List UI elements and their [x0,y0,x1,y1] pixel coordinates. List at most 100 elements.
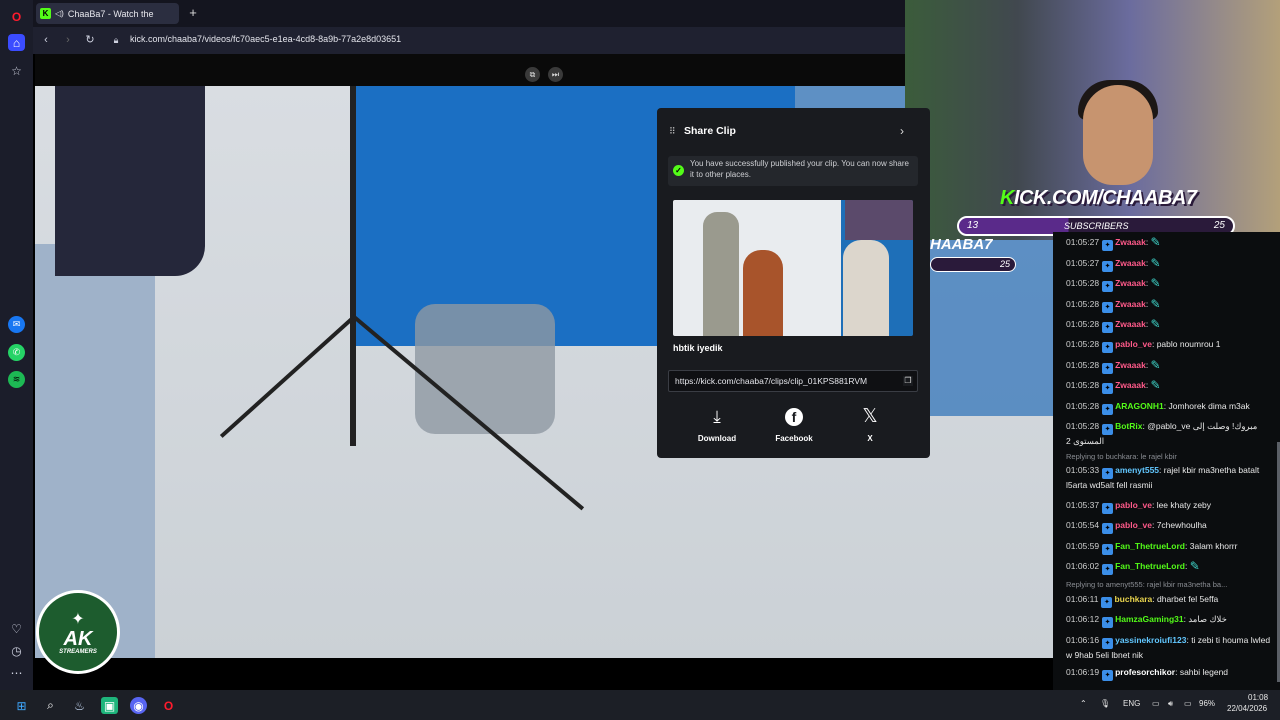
x-button[interactable]: 𝕏 X [840,406,900,443]
steam-icon[interactable]: ♨ [71,697,88,714]
windows-start-icon[interactable]: ⊞ [13,697,30,714]
ghost-brand: HAABA7 [930,236,993,253]
chat-username[interactable]: profesorchikor [1115,667,1175,677]
clock-date[interactable]: 22/04/2026 [1227,704,1267,713]
chat-message: 01:06:19 ✦ profesorchikor: sahbi legend [1066,666,1276,681]
spotify-icon[interactable]: ≋ [8,371,25,388]
store-icon[interactable]: ▣ [101,697,118,714]
sub-label: SUBSCRIBERS [1064,221,1129,231]
battery-icon[interactable]: ▭ [1184,699,1192,708]
chat-message: 01:06:12 ✦ HamzaGaming31: خلاك صامد [1066,613,1276,628]
heart-icon[interactable]: ♡ [8,620,25,637]
chat-message: 01:05:59 ✦ Fan_ThetrueLord: 3alam khorrr [1066,540,1276,555]
language-indicator[interactable]: ENG [1123,699,1140,708]
opera-logo-icon[interactable]: O [8,8,25,25]
back-button[interactable]: ‹ [39,33,53,47]
drag-handle-icon[interactable]: ⠿ [669,126,676,137]
home-icon[interactable]: ⌂ [8,34,25,51]
chat-timestamp: 01:06:19 [1066,667,1100,677]
chat-message: 01:06:02 ✦ Fan_ThetrueLord: ✎ [1066,560,1276,575]
chat-panel: 01:05:27 ✦ Zwaaak: ✎ 01:05:27 ✦ Zwaaak: ✎ 01:0… [1053,232,1280,690]
history-icon[interactable]: ◷ [8,642,25,659]
chat-timestamp: 01:05:28 [1066,421,1100,431]
messenger-icon[interactable]: ✉ [8,316,25,333]
reload-button[interactable]: ↻ [83,33,97,47]
clip-url-field[interactable]: https://kick.com/chaaba7/clips/clip_01KP… [668,370,918,392]
chat-username[interactable]: pablo_ve [1115,500,1152,510]
emote-icon: ✎ [1150,235,1161,249]
emote-icon: ✎ [1189,559,1200,573]
x-label: X [867,434,873,443]
chat-username[interactable]: Fan_ThetrueLord [1115,561,1185,571]
url-field[interactable]: kick.com/chaaba7/videos/fc70aec5-e1ea-4c… [130,34,401,44]
sub-badge-icon: ✦ [1102,302,1114,313]
copy-icon[interactable]: ❐ [903,376,913,386]
network-icon[interactable]: ▭ [1152,699,1160,708]
chat-text: 3alam khorrr [1189,541,1238,551]
chat-username[interactable]: Zwaaak [1115,319,1146,329]
facebook-icon: f [764,406,824,428]
chat-username[interactable]: pablo_ve [1115,520,1152,530]
tray-chevron-icon[interactable]: ⌃ [1080,699,1087,708]
chat-username[interactable]: Zwaaak [1115,299,1146,309]
whatsapp-icon[interactable]: ✆ [8,344,25,361]
chat-text: dharbet fel 5effa [1157,594,1219,604]
clip-thumbnail[interactable] [673,200,913,336]
forward-button[interactable]: › [61,33,75,47]
chat-username[interactable]: Zwaaak [1115,237,1146,247]
kick-favicon-icon: K [40,8,51,19]
sub-badge-icon: ✦ [1102,322,1114,333]
chat-message: 01:06:16 ✦ yassinekroiufi123: ti zebi ti h… [1066,634,1276,662]
discord-icon[interactable]: ◉ [130,697,147,714]
emote-icon: ✎ [1150,317,1161,331]
download-button[interactable]: ⤓ Download [687,406,747,443]
chat-message: 01:05:28 ✦ Zwaaak: ✎ [1066,318,1276,333]
ghost-sub-bar: 25 [930,257,1016,272]
chat-message: 01:05:28 ✦ Zwaaak: ✎ [1066,277,1276,292]
facebook-button[interactable]: f Facebook [764,406,824,443]
pip-icon[interactable]: ⧉ [525,67,540,82]
success-notice: ✓ You have successfully published your c… [668,156,918,186]
chat-username[interactable]: buchkara [1114,594,1152,604]
chat-timestamp: 01:06:02 [1066,561,1100,571]
speaker-icon[interactable]: ◁) [55,9,64,18]
chat-username[interactable]: BotRix [1115,421,1142,431]
sub-badge-icon: ✦ [1102,383,1114,394]
emote-icon: ✎ [1150,276,1161,290]
search-icon[interactable]: ⌕ [42,697,59,714]
chat-username[interactable]: Zwaaak [1115,258,1146,268]
chat-timestamp: 01:05:28 [1066,278,1100,288]
chat-username[interactable]: ARAGONH1 [1115,401,1164,411]
chat-username[interactable]: Zwaaak [1115,278,1146,288]
chat-username[interactable]: yassinekroiufi123 [1115,635,1186,645]
chat-timestamp: 01:05:27 [1066,237,1100,247]
chat-username[interactable]: amenyt555 [1115,465,1159,475]
chat-timestamp: 01:05:28 [1066,299,1100,309]
sub-badge-icon: ✦ [1102,564,1114,575]
sub-badge-icon: ✦ [1102,468,1114,479]
chat-username[interactable]: Fan_ThetrueLord [1115,541,1185,551]
opera-taskbar-icon[interactable]: O [160,697,177,714]
volume-icon[interactable]: 🔊︎ [1168,699,1173,709]
skip-icon[interactable]: ⏭ [548,67,563,82]
chat-username[interactable]: HamzaGaming31 [1115,614,1184,624]
more-icon[interactable]: ⋯ [8,664,25,681]
tab-active[interactable]: K ◁) ChaaBa7 - Watch the [36,3,179,24]
notice-text: You have successfully published your cli… [690,159,909,179]
download-icon: ⤓ [713,407,721,426]
new-tab-button[interactable]: + [185,5,201,21]
chat-message: 01:05:37 ✦ pablo_ve: lee khaty zeby [1066,499,1276,514]
speed-dial-icon[interactable]: ☆ [8,62,25,79]
chat-username[interactable]: Zwaaak [1115,380,1146,390]
chat-timestamp: 01:05:28 [1066,339,1100,349]
taskbar: ⊞ ⌕ ♨ ▣ ◉ O ⌃ 🎙︎ ENG ▭ 🔊︎ ▭ 96% 01:08 22… [0,690,1280,720]
chat-text: pablo noumrou 1 [1156,339,1221,349]
chat-username[interactable]: pablo_ve [1115,339,1152,349]
tab-bar: K ◁) ChaaBa7 - Watch the + [33,0,905,27]
chat-text: Jomhorek dima m3ak [1168,401,1250,411]
chat-username[interactable]: Zwaaak [1115,360,1146,370]
clock-time[interactable]: 01:08 [1248,693,1268,702]
chat-message: 01:05:28 ✦ ARAGONH1: Jomhorek dima m3ak [1066,400,1276,415]
close-icon[interactable]: › [900,124,904,138]
mic-icon[interactable]: 🎙︎ [1100,699,1110,708]
